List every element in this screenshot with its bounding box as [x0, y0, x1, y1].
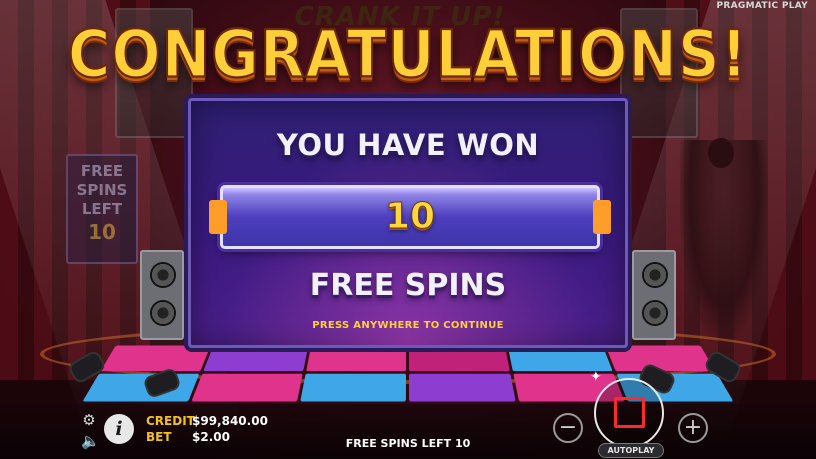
- fs-card-value: 10: [88, 220, 116, 244]
- floor-tile: [605, 345, 716, 371]
- you-have-won-label: YOU HAVE WON: [276, 128, 540, 162]
- fs-card-line2: SPINS: [76, 181, 128, 199]
- credit-display: CREDIT$99,840.00: [146, 414, 268, 428]
- free-spins-left-card: FREE SPINS LEFT 10: [66, 154, 138, 264]
- autoplay-button[interactable]: AUTOPLAY: [598, 443, 664, 458]
- floor-tile: [300, 373, 407, 402]
- credit-label: CREDIT: [146, 414, 195, 428]
- free-spins-label: FREE SPINS: [309, 268, 507, 303]
- singer-figure: [680, 140, 768, 340]
- floor-tile: [191, 373, 304, 402]
- fs-card-line3: LEFT: [81, 200, 123, 218]
- speaker-icon[interactable]: 🔈: [81, 433, 100, 449]
- speaker-cone: [150, 262, 176, 288]
- bet-increase-button[interactable]: +: [678, 413, 708, 443]
- brand-label: PRAGMATIC PLAY: [716, 1, 808, 11]
- game-stage[interactable]: CRANK IT UP! FREE SPINS LEFT 10 CONGRATU…: [0, 0, 816, 459]
- bet-value: $2.00: [192, 430, 230, 444]
- win-amount-bar: 10: [209, 185, 611, 249]
- floor-tile: [203, 345, 309, 371]
- floor-tile: [409, 373, 516, 402]
- speaker-cone: [150, 300, 176, 326]
- win-amount-value: 10: [384, 196, 436, 238]
- floor-tile: [100, 345, 211, 371]
- stop-icon: [614, 397, 645, 428]
- bet-display: BET $2.00: [146, 430, 230, 444]
- bet-label: BET: [146, 430, 172, 444]
- floor-tile: [82, 373, 200, 402]
- speaker-cone: [642, 262, 668, 288]
- speaker-cone: [642, 300, 668, 326]
- singer-head: [708, 138, 734, 168]
- sparkle-icon: ✦: [590, 369, 602, 385]
- continue-hint[interactable]: PRESS ANYWHERE TO CONTINUE: [188, 320, 628, 331]
- bet-decrease-button[interactable]: −: [553, 413, 583, 443]
- fs-card-line1: FREE: [80, 162, 124, 180]
- free-spins-left-status: FREE SPINS LEFT 10: [345, 437, 471, 450]
- spin-button[interactable]: [594, 378, 664, 448]
- speaker-left: [140, 250, 184, 340]
- floor-tile: [409, 345, 510, 371]
- gear-icon[interactable]: ⚙: [81, 412, 97, 428]
- congratulations-title: CONGRATULATIONS!: [67, 15, 749, 93]
- floor-tile: [507, 345, 613, 371]
- credit-value: $99,840.00: [192, 414, 268, 428]
- info-button[interactable]: i: [104, 414, 134, 444]
- speaker-right: [632, 250, 676, 340]
- floor-tile: [306, 345, 407, 371]
